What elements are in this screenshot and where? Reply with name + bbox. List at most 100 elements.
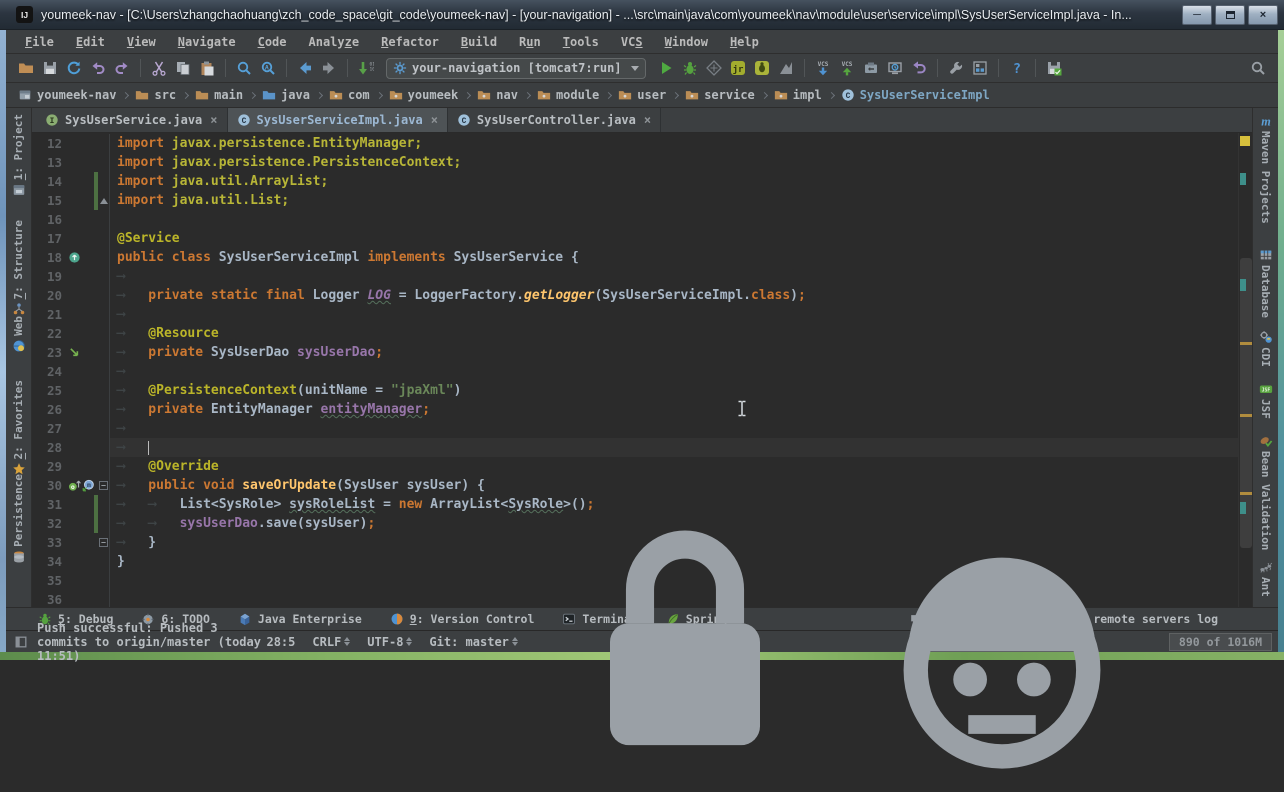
breadcrumb-item-sysuserserviceimpl[interactable]: CSysUserServiceImpl xyxy=(841,88,990,102)
cut-button[interactable] xyxy=(147,56,171,80)
coverage-button[interactable] xyxy=(702,56,726,80)
back-button[interactable] xyxy=(293,56,317,80)
line-number[interactable]: 28 xyxy=(32,438,66,457)
breadcrumb-item-user[interactable]: user xyxy=(618,88,666,102)
menu-refactor[interactable]: Refactor xyxy=(370,33,450,51)
menu-build[interactable]: Build xyxy=(450,33,508,51)
history-button[interactable] xyxy=(883,56,907,80)
tab-close-icon[interactable]: × xyxy=(644,113,651,127)
sync-button[interactable] xyxy=(62,56,86,80)
line-number[interactable]: 17 xyxy=(32,229,66,248)
breadcrumb-item-youmeek-nav[interactable]: youmeek-nav xyxy=(18,88,116,102)
jrebel-save-button[interactable] xyxy=(1042,56,1066,80)
line-number[interactable]: 33 xyxy=(32,533,66,552)
line-number[interactable]: 21 xyxy=(32,305,66,324)
vcs-update-button[interactable]: VCS xyxy=(811,56,835,80)
breadcrumb-item-main[interactable]: main xyxy=(195,88,243,102)
help-button[interactable]: ? xyxy=(1005,56,1029,80)
toolwindow-button-database[interactable]: Database xyxy=(1253,248,1278,318)
copy-button[interactable] xyxy=(171,56,195,80)
line-number[interactable]: 26 xyxy=(32,400,66,419)
breadcrumb-item-service[interactable]: service xyxy=(685,88,755,102)
line-number[interactable]: 36 xyxy=(32,590,66,607)
editor-tab-sysuserservice-java[interactable]: ISysUserService.java× xyxy=(36,108,228,132)
toolwindow-button-cdi[interactable]: CDI xyxy=(1253,330,1278,367)
caret-position-widget[interactable]: 28:5 xyxy=(266,635,295,649)
line-number[interactable]: 34 xyxy=(32,552,66,571)
menu-tools[interactable]: Tools xyxy=(552,33,610,51)
line-number[interactable]: 27 xyxy=(32,419,66,438)
stripe-change-mark[interactable] xyxy=(1240,279,1246,291)
vcs-commit-button[interactable]: VCS xyxy=(835,56,859,80)
memory-indicator[interactable]: 890 of 1016M xyxy=(1169,633,1272,651)
stripe-change-mark[interactable] xyxy=(1240,173,1246,185)
stripe-warning-mark[interactable] xyxy=(1240,414,1252,417)
minimize-button[interactable]: ─ xyxy=(1182,5,1212,25)
tab-close-icon[interactable]: × xyxy=(210,113,217,127)
rollback-button[interactable] xyxy=(907,56,931,80)
menu-window[interactable]: Window xyxy=(654,33,719,51)
line-number[interactable]: 22 xyxy=(32,324,66,343)
forward-button[interactable] xyxy=(317,56,341,80)
lock-icon[interactable] xyxy=(535,492,835,792)
run-configuration-combo[interactable]: your-navigation [tomcat7:run] xyxy=(386,58,646,79)
menu-help[interactable]: Help xyxy=(719,33,770,51)
line-number[interactable]: 35 xyxy=(32,571,66,590)
toolwindow-button-persistence[interactable]: Persistence xyxy=(6,474,31,564)
menu-navigate[interactable]: Navigate xyxy=(167,33,247,51)
editor-tab-sysusercontroller-java[interactable]: CSysUserController.java× xyxy=(448,108,661,132)
breadcrumb-item-java[interactable]: java xyxy=(262,88,310,102)
breadcrumb-item-src[interactable]: src xyxy=(135,88,176,102)
changes-button[interactable] xyxy=(859,56,883,80)
close-button[interactable]: × xyxy=(1248,5,1278,25)
jrebel-debug-button[interactable] xyxy=(750,56,774,80)
line-number[interactable]: 13 xyxy=(32,153,66,172)
toolwindow-switcher-icon[interactable] xyxy=(14,635,28,649)
overriding-icon[interactable]: o xyxy=(68,479,81,492)
tab-close-icon[interactable]: × xyxy=(431,113,438,127)
menu-code[interactable]: Code xyxy=(247,33,298,51)
menu-edit[interactable]: Edit xyxy=(65,33,116,51)
spring-bean-icon[interactable] xyxy=(68,346,81,359)
inspection-status-icon[interactable] xyxy=(1240,136,1250,146)
line-number[interactable]: 18 xyxy=(32,248,66,267)
line-number[interactable]: 14 xyxy=(32,172,66,191)
line-ending-widget[interactable]: CRLF xyxy=(312,635,350,649)
line-number[interactable]: 20 xyxy=(32,286,66,305)
hector-inspector-icon[interactable] xyxy=(852,492,1152,792)
search-everywhere-button[interactable] xyxy=(1246,56,1270,80)
jrebel-run-button[interactable]: jr xyxy=(726,56,750,80)
toolwindow-button-1-project[interactable]: 1: Project xyxy=(6,114,31,197)
redo-button[interactable] xyxy=(110,56,134,80)
toolwindow-button-jsf[interactable]: JSFJSF xyxy=(1253,382,1278,419)
breadcrumb-item-nav[interactable]: nav xyxy=(477,88,518,102)
replace-button[interactable]: A xyxy=(256,56,280,80)
line-number[interactable]: 24 xyxy=(32,362,66,381)
debug-button[interactable] xyxy=(678,56,702,80)
encoding-widget[interactable]: UTF-8 xyxy=(367,635,412,649)
menu-vcs[interactable]: VCS xyxy=(610,33,654,51)
line-number[interactable]: 12 xyxy=(32,134,66,153)
make-button[interactable]: 0110 xyxy=(354,56,378,80)
save-button[interactable] xyxy=(38,56,62,80)
line-number[interactable]: 32 xyxy=(32,514,66,533)
line-number[interactable]: 15 xyxy=(32,191,66,210)
line-number[interactable]: 23 xyxy=(32,343,66,362)
toolwindow-button-2-favorites[interactable]: 2: Favorites xyxy=(6,380,31,476)
undo-button[interactable] xyxy=(86,56,110,80)
menu-analyze[interactable]: Analyze xyxy=(298,33,371,51)
menu-view[interactable]: View xyxy=(116,33,167,51)
implements-icon[interactable] xyxy=(68,251,81,264)
paste-button[interactable] xyxy=(195,56,219,80)
line-number[interactable]: 30 xyxy=(32,476,66,495)
fold-marker-icon[interactable] xyxy=(100,198,108,204)
line-number[interactable]: 29 xyxy=(32,457,66,476)
settings-button[interactable] xyxy=(944,56,968,80)
git-branch-widget[interactable]: Git: master xyxy=(429,635,517,649)
line-number[interactable]: 16 xyxy=(32,210,66,229)
project-structure-button[interactable] xyxy=(968,56,992,80)
toolwindow-button-maven-projects[interactable]: mMaven Projects xyxy=(1253,114,1278,224)
find-button[interactable] xyxy=(232,56,256,80)
menu-run[interactable]: Run xyxy=(508,33,552,51)
open-button[interactable] xyxy=(14,56,38,80)
